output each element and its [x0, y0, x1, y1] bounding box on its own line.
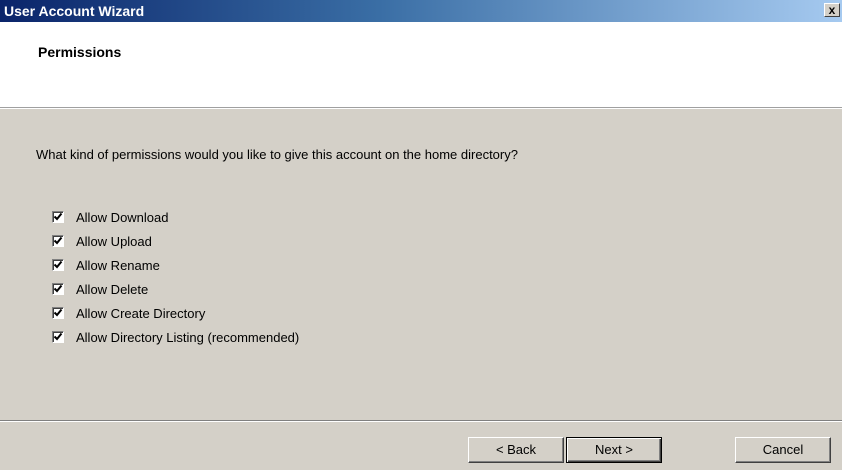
allow-delete-label: Allow Delete: [76, 281, 149, 297]
close-icon: x: [828, 3, 836, 17]
allow-upload-checkbox[interactable]: [52, 235, 64, 247]
allow-download-label: Allow Download: [76, 209, 169, 225]
wizard-header: Permissions: [0, 22, 842, 108]
permission-allow-directory-listing[interactable]: Allow Directory Listing (recommended): [52, 325, 299, 349]
footer-separator: [0, 420, 842, 422]
permissions-list: Allow Download Allow Upload Allow Rename…: [52, 205, 299, 349]
permission-allow-create-directory[interactable]: Allow Create Directory: [52, 301, 299, 325]
allow-download-checkbox[interactable]: [52, 211, 64, 223]
cancel-button[interactable]: Cancel: [735, 437, 831, 463]
permission-allow-delete[interactable]: Allow Delete: [52, 277, 299, 301]
close-button[interactable]: x: [824, 3, 840, 17]
allow-upload-label: Allow Upload: [76, 233, 152, 249]
allow-directory-listing-checkbox[interactable]: [52, 331, 64, 343]
checkmark-icon: [53, 284, 63, 293]
allow-delete-checkbox[interactable]: [52, 283, 64, 295]
allow-rename-label: Allow Rename: [76, 257, 160, 273]
checkmark-icon: [53, 212, 63, 221]
permission-allow-rename[interactable]: Allow Rename: [52, 253, 299, 277]
next-button[interactable]: Next >: [566, 437, 662, 463]
allow-rename-checkbox[interactable]: [52, 259, 64, 271]
permissions-question: What kind of permissions would you like …: [36, 147, 518, 162]
allow-create-directory-checkbox[interactable]: [52, 307, 64, 319]
permission-allow-upload[interactable]: Allow Upload: [52, 229, 299, 253]
page-title: Permissions: [38, 44, 122, 60]
allow-create-directory-label: Allow Create Directory: [76, 305, 206, 321]
checkmark-icon: [53, 260, 63, 269]
header-divider: [0, 108, 842, 109]
wizard-window: User Account Wizard x Permissions What k…: [0, 0, 842, 470]
allow-directory-listing-label: Allow Directory Listing (recommended): [76, 329, 300, 345]
permission-allow-download[interactable]: Allow Download: [52, 205, 299, 229]
back-button[interactable]: < Back: [468, 437, 564, 463]
checkmark-icon: [53, 332, 63, 341]
checkmark-icon: [53, 308, 63, 317]
window-title: User Account Wizard: [4, 3, 145, 19]
title-bar: User Account Wizard x: [0, 0, 842, 22]
checkmark-icon: [53, 236, 63, 245]
